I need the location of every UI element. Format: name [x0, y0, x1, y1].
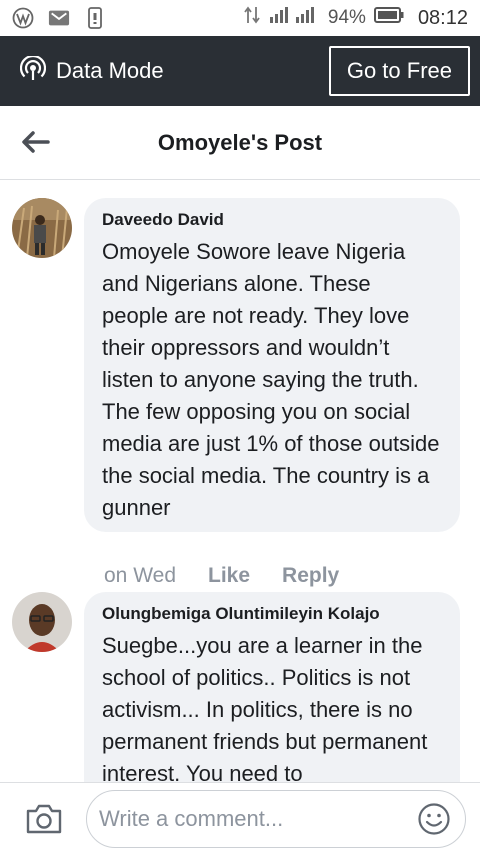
status-bar: 94% 08:12 [0, 0, 480, 36]
go-to-free-button[interactable]: Go to Free [328, 46, 470, 96]
battery-text: 94% [327, 7, 366, 28]
comment-text: Suegbe...you are a learner in the school… [102, 633, 428, 782]
clock: 08:12 [417, 6, 468, 29]
emoji-icon[interactable] [417, 802, 451, 836]
signal-icon [268, 5, 320, 31]
comment-bubble[interactable]: Daveedo David Omoyele Sowore leave Niger… [84, 198, 460, 532]
battery-icon [373, 6, 404, 30]
comment-time: on Wed [104, 564, 176, 587]
camera-icon[interactable] [24, 801, 64, 837]
data-arrows-icon [244, 5, 260, 31]
comment-actions: on Wed Like Reply [104, 564, 339, 588]
page-title: Omoyele's Post [157, 129, 323, 155]
comment-input[interactable]: Write a comment... [86, 789, 466, 848]
reply-button[interactable]: Reply [282, 564, 339, 588]
phone-icon [84, 7, 106, 29]
comment-composer: Write a comment... [0, 782, 480, 854]
comments-list[interactable]: Daveedo David Omoyele Sowore leave Niger… [0, 180, 480, 782]
gmail-icon [48, 7, 70, 29]
like-button[interactable]: Like [208, 564, 250, 588]
comment-author[interactable]: Olungbemiga Oluntimileyin Kolajo [102, 604, 442, 624]
data-mode-bar: Data Mode Go to Free [0, 36, 480, 106]
wordpress-icon [12, 7, 34, 29]
back-arrow-icon[interactable] [20, 130, 50, 154]
comment-text: Omoyele Sowore leave Nigeria and Nigeria… [102, 239, 440, 520]
comment-author[interactable]: Daveedo David [102, 210, 442, 230]
avatar[interactable] [12, 198, 72, 258]
post-header: Omoyele's Post [0, 106, 480, 180]
data-mode-label: Data Mode [56, 58, 164, 83]
comment-input-placeholder: Write a comment... [99, 805, 284, 831]
avatar[interactable] [12, 592, 72, 652]
broadcast-icon [19, 54, 47, 87]
comment-bubble[interactable]: Olungbemiga Oluntimileyin Kolajo Suegbe.… [84, 592, 460, 782]
